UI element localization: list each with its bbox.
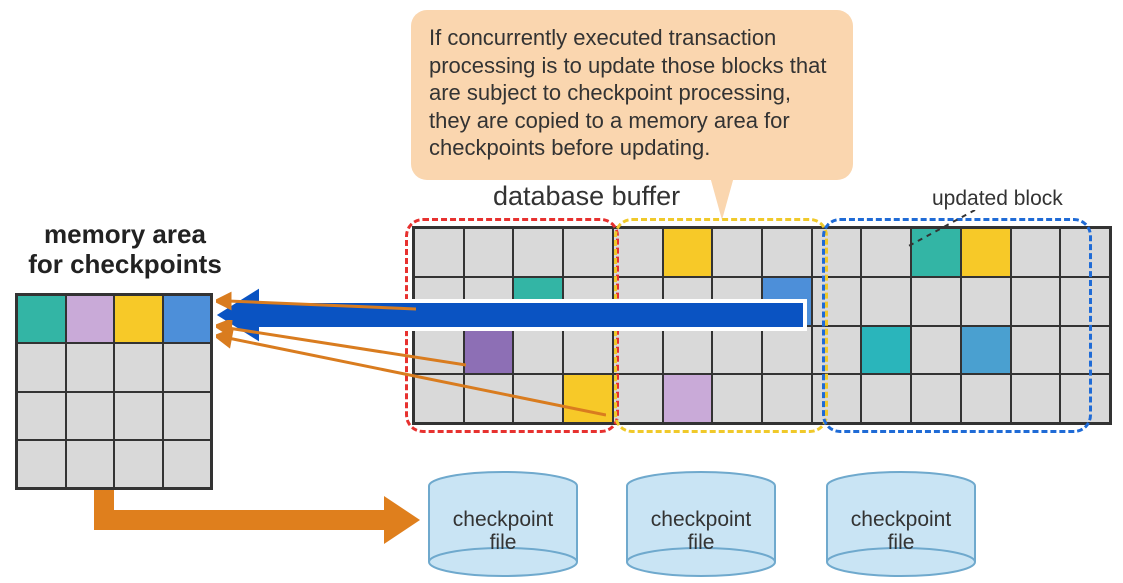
grid-cell: [66, 440, 115, 488]
grid-cell: [563, 228, 613, 277]
write-to-file-arrow: [94, 490, 424, 550]
grid-cell: [17, 392, 66, 440]
grid-cell: [1011, 326, 1061, 375]
callout-box: If concurrently executed transaction pro…: [411, 10, 853, 180]
grid-cell: [812, 277, 862, 326]
grid-cell: [1060, 374, 1110, 423]
grid-cell: [1060, 277, 1110, 326]
grid-cell: [17, 295, 66, 343]
grid-cell: [513, 228, 563, 277]
grid-cell: [163, 392, 212, 440]
grid-cell: [114, 343, 163, 391]
label-memory-area: memory area for checkpoints: [10, 220, 240, 280]
checkpoint-memory-grid: [15, 293, 213, 490]
grid-cell: [1011, 374, 1061, 423]
grid-cell: [911, 374, 961, 423]
grid-cell: [1060, 228, 1110, 277]
copy-arrow-thin-3: [216, 330, 606, 420]
grid-cell: [66, 343, 115, 391]
checkpoint-file-3: checkpointfile: [825, 470, 977, 578]
label-database-buffer: database buffer: [493, 181, 680, 212]
label-updated-block: updated block: [932, 187, 1063, 211]
label-memory-area-line1: memory area: [44, 219, 206, 249]
updated-block-leader: [900, 210, 1000, 250]
grid-cell: [712, 374, 762, 423]
grid-cell: [1011, 277, 1061, 326]
grid-cell: [114, 392, 163, 440]
grid-cell: [663, 228, 713, 277]
grid-cell: [861, 326, 911, 375]
grid-cell: [861, 374, 911, 423]
grid-cell: [712, 228, 762, 277]
grid-cell: [812, 228, 862, 277]
grid-cell: [961, 326, 1011, 375]
grid-cell: [66, 295, 115, 343]
callout-text: If concurrently executed transaction pro…: [429, 25, 826, 160]
grid-cell: [114, 440, 163, 488]
checkpoint-file-label: checkpointfile: [825, 508, 977, 554]
grid-cell: [17, 440, 66, 488]
grid-cell: [163, 343, 212, 391]
grid-cell: [911, 326, 961, 375]
grid-cell: [464, 228, 514, 277]
grid-cell: [663, 374, 713, 423]
grid-cell: [812, 374, 862, 423]
grid-cell: [66, 392, 115, 440]
grid-cell: [163, 295, 212, 343]
grid-cell: [961, 374, 1011, 423]
checkpoint-file-2: checkpointfile: [625, 470, 777, 578]
grid-cell: [114, 295, 163, 343]
grid-cell: [762, 228, 812, 277]
grid-cell: [762, 374, 812, 423]
checkpoint-file-1: checkpointfile: [427, 470, 579, 578]
copy-arrow-thin-1: [216, 291, 416, 311]
checkpoint-file-label: checkpointfile: [427, 508, 579, 554]
grid-cell: [613, 374, 663, 423]
grid-cell: [961, 277, 1011, 326]
callout-tail: [704, 155, 740, 220]
grid-cell: [1060, 326, 1110, 375]
label-memory-area-line2: for checkpoints: [28, 249, 222, 279]
grid-cell: [812, 326, 862, 375]
grid-cell: [861, 277, 911, 326]
grid-cell: [17, 343, 66, 391]
checkpoint-file-label: checkpointfile: [625, 508, 777, 554]
grid-cell: [911, 277, 961, 326]
grid-cell: [1011, 228, 1061, 277]
grid-cell: [613, 228, 663, 277]
grid-cell: [414, 228, 464, 277]
grid-cell: [163, 440, 212, 488]
